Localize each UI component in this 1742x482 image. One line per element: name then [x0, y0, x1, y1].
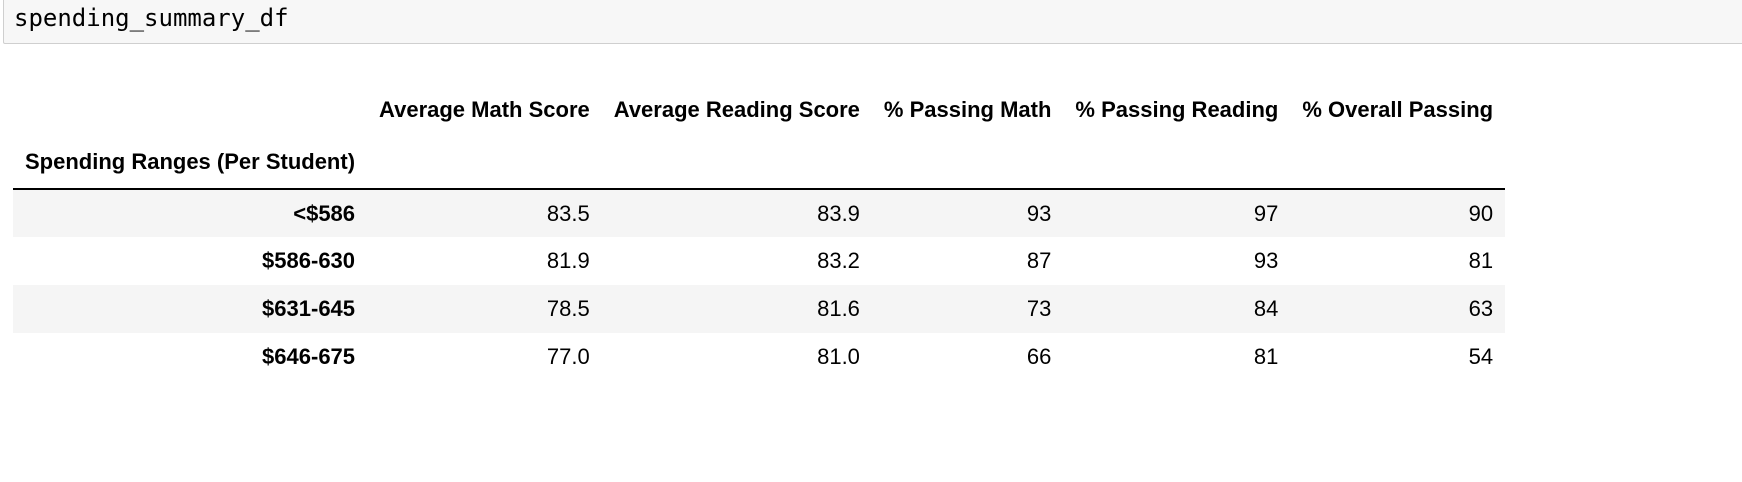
- table-cell: 81.6: [817, 296, 860, 321]
- table-cell: 97: [1253, 200, 1279, 226]
- empty-header-cell: [1063, 136, 1290, 189]
- table-cell: 87: [1026, 248, 1052, 273]
- table-cell: 81: [1253, 344, 1279, 369]
- dataframe-table: Average Math Score Average Reading Score…: [13, 84, 1506, 381]
- column-header: Average Math Score: [379, 97, 590, 122]
- column-header: % Overall Passing: [1302, 97, 1494, 122]
- table-cell: 93: [1253, 248, 1279, 273]
- table-cell: 83.5: [546, 200, 590, 226]
- table-body: <$586 83.5 83.9 93 97 90 $586-630 81.9 8…: [13, 189, 1506, 381]
- index-name-row: Spending Ranges (Per Student): [13, 136, 1506, 189]
- table-cell: 84: [1253, 296, 1279, 321]
- table-cell: 83.9: [817, 200, 860, 226]
- index-name-header: Spending Ranges (Per Student): [25, 149, 356, 174]
- row-index: $631-645: [262, 296, 356, 321]
- dataframe-output: Average Math Score Average Reading Score…: [13, 84, 1506, 381]
- table-row: <$586 83.5 83.9 93 97 90: [13, 189, 1506, 237]
- table-row: $631-645 78.5 81.6 73 84 63: [13, 285, 1506, 333]
- table-cell: 90: [1468, 200, 1494, 226]
- table-cell: 77.0: [546, 344, 590, 369]
- table-cell: 81.0: [817, 344, 860, 369]
- empty-header-cell: [367, 136, 602, 189]
- row-index: $646-675: [262, 344, 356, 369]
- empty-header-cell: [872, 136, 1063, 189]
- table-cell: 81.9: [546, 248, 590, 273]
- table-header: Average Math Score Average Reading Score…: [13, 84, 1506, 189]
- table-cell: 81: [1468, 248, 1494, 273]
- code-cell-input[interactable]: spending_summary_df: [3, 0, 1742, 44]
- header-corner: [13, 84, 367, 136]
- code-cell-source[interactable]: spending_summary_df: [14, 3, 289, 33]
- table-cell: 78.5: [546, 296, 590, 321]
- column-header: Average Reading Score: [613, 97, 860, 122]
- empty-header-cell: [602, 136, 872, 189]
- table-cell: 73: [1026, 296, 1052, 321]
- table-row: $586-630 81.9 83.2 87 93 81: [13, 237, 1505, 285]
- column-header-row: Average Math Score Average Reading Score…: [13, 84, 1505, 136]
- table-cell: 93: [1026, 200, 1052, 226]
- table-row: $646-675 77.0 81.0 66 81 54: [13, 333, 1505, 381]
- column-header: % Passing Reading: [1075, 97, 1279, 122]
- table-cell: 66: [1026, 344, 1052, 369]
- row-index: <$586: [293, 200, 356, 226]
- column-header: % Passing Math: [883, 97, 1052, 122]
- row-index: $586-630: [262, 248, 356, 273]
- table-cell: 63: [1468, 296, 1494, 321]
- table-cell: 54: [1468, 344, 1494, 369]
- empty-header-cell: [1290, 136, 1505, 189]
- table-cell: 83.2: [817, 248, 860, 273]
